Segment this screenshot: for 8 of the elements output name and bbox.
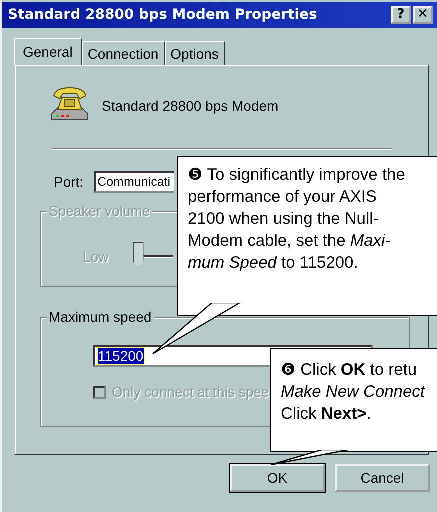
modem-name: Standard 28800 bps Modem: [102, 98, 279, 114]
port-label: Port:: [54, 174, 84, 190]
group-label: Speaker volume: [47, 203, 152, 219]
callout-text: ❺ To significantly improve the performance of your AXIS 2100 when using the Null- Modem cable, set the Maxi- mum Speed to 115200.: [188, 165, 406, 274]
low-label: Low: [83, 249, 109, 265]
group-label: Maximum speed: [47, 309, 154, 325]
checkbox-label: Only connect at this spee: [112, 384, 270, 400]
window-title: Standard 28800 bps Modem Properties: [8, 7, 318, 23]
